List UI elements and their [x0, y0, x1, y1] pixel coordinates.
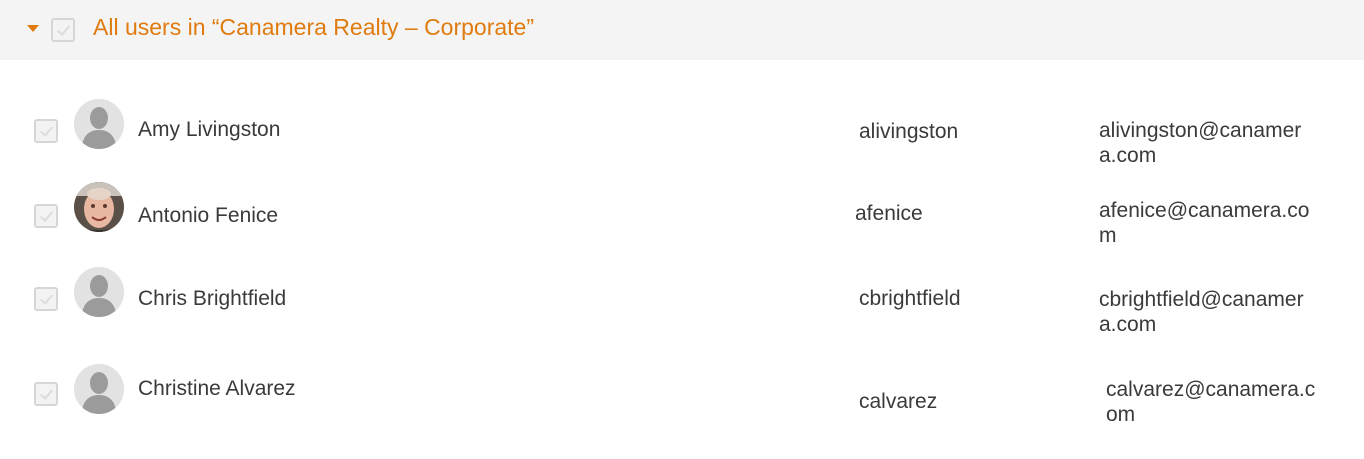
- avatar: [74, 99, 124, 149]
- group-header: All users in “Canamera Realty – Corporat…: [0, 0, 1364, 60]
- user-username: alivingston: [859, 120, 959, 143]
- user-name[interactable]: Amy Livingston: [138, 118, 280, 142]
- select-all-checkbox[interactable]: [51, 18, 75, 42]
- user-photo: [74, 182, 124, 232]
- user-email: calvarez@canamera.com: [1106, 378, 1316, 426]
- user-email: cbrightfield@canamera.com: [1099, 288, 1304, 336]
- user-username: afenice: [855, 202, 923, 225]
- default-person-icon: [74, 267, 124, 317]
- user-row: Chris Brightfield cbrightfield cbrightfi…: [0, 259, 1364, 339]
- user-email: alivingston@canamera.com: [1099, 119, 1302, 167]
- user-name[interactable]: Chris Brightfield: [138, 287, 286, 311]
- avatar: [74, 364, 124, 414]
- user-row: Antonio Fenice afenice afenice@canamera.…: [0, 174, 1364, 254]
- default-person-icon: [74, 364, 124, 414]
- user-name[interactable]: Antonio Fenice: [138, 204, 278, 228]
- user-row: Christine Alvarez calvarez calvarez@cana…: [0, 355, 1364, 435]
- user-checkbox[interactable]: [34, 119, 58, 143]
- avatar: [74, 267, 124, 317]
- user-email: afenice@canamera.com: [1099, 199, 1310, 247]
- user-checkbox[interactable]: [34, 382, 58, 406]
- default-person-icon: [74, 99, 124, 149]
- user-checkbox[interactable]: [34, 287, 58, 311]
- user-row: Amy Livingston alivingston alivingston@c…: [0, 90, 1364, 170]
- avatar: [74, 182, 124, 232]
- user-name[interactable]: Christine Alvarez: [138, 377, 296, 401]
- caret-down-icon[interactable]: [27, 25, 39, 32]
- user-checkbox[interactable]: [34, 204, 58, 228]
- user-username: calvarez: [859, 390, 938, 413]
- user-username: cbrightfield: [859, 287, 961, 310]
- group-title: All users in “Canamera Realty – Corporat…: [93, 14, 535, 40]
